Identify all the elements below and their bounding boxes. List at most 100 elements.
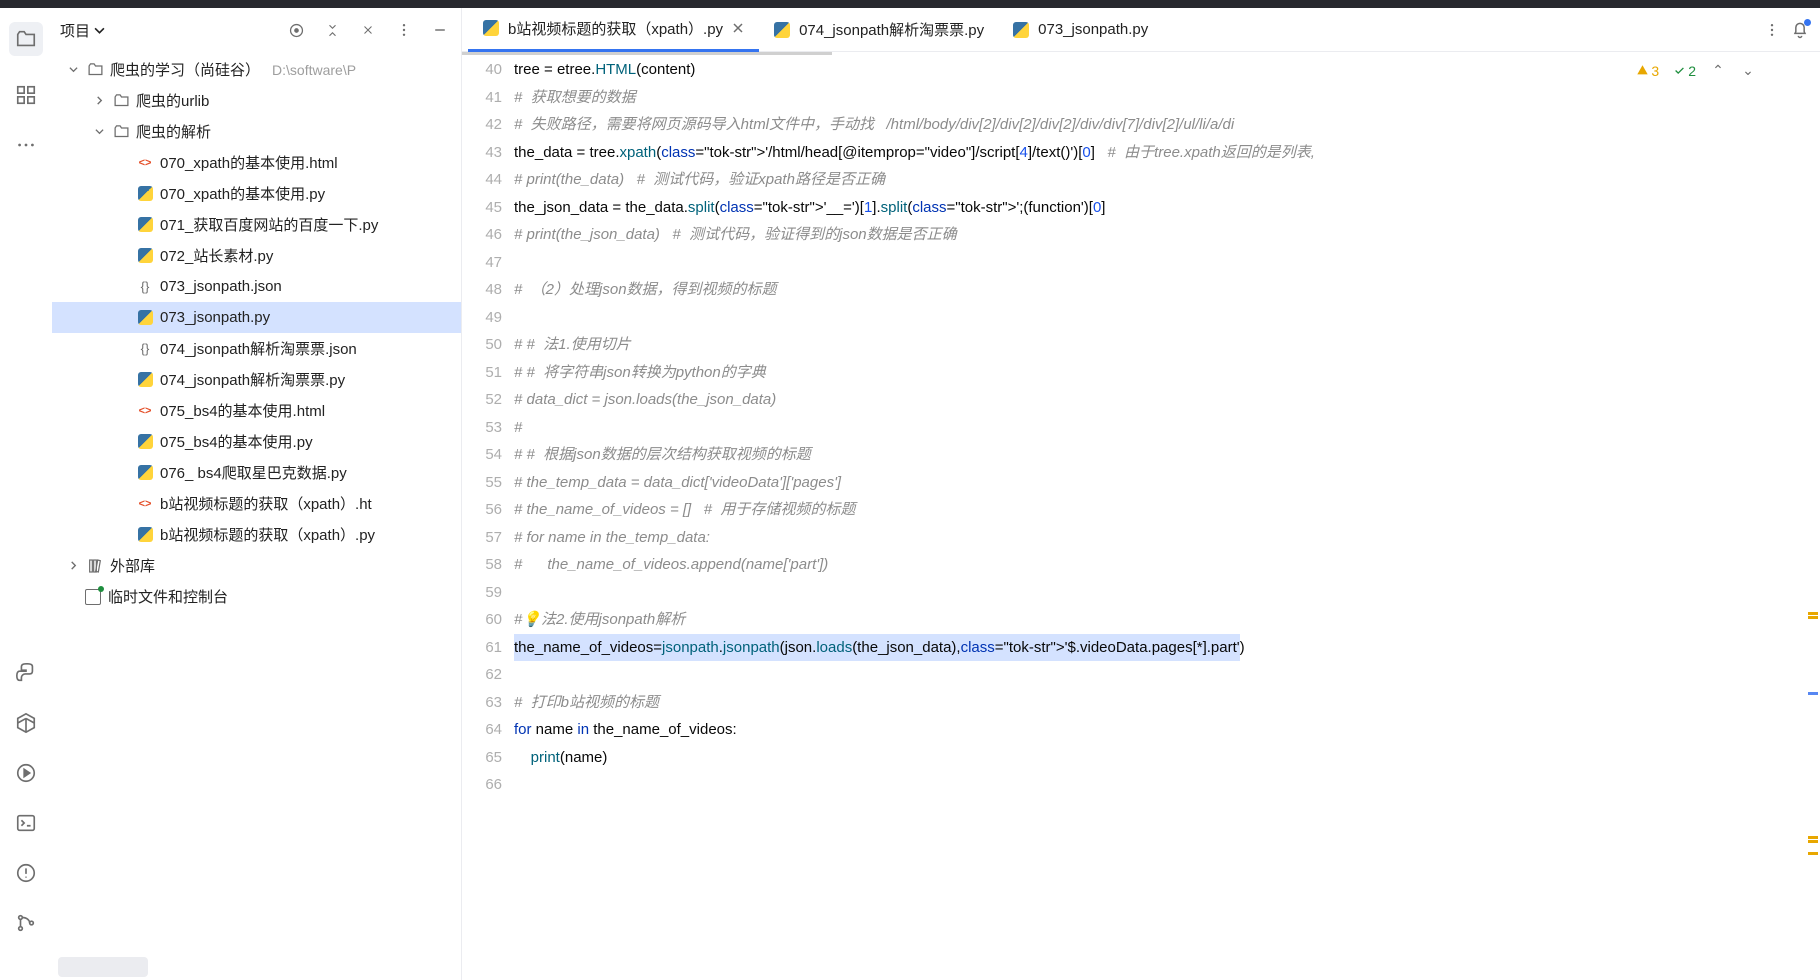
left-tool-rail bbox=[0, 8, 52, 980]
tree-file[interactable]: {} 074_jsonpath解析淘票票.json bbox=[52, 333, 461, 364]
services-icon[interactable] bbox=[15, 712, 37, 734]
tree-file[interactable]: <> b站视频标题的获取（xpath）.ht bbox=[52, 488, 461, 519]
tab-label: 073_jsonpath.py bbox=[1038, 21, 1148, 38]
structure-tool-icon[interactable] bbox=[15, 84, 37, 106]
python-file-icon bbox=[136, 526, 154, 544]
python-file-icon bbox=[136, 371, 154, 389]
tree-file[interactable]: <> 070_xpath的基本使用.html bbox=[52, 147, 461, 178]
inspection-widget[interactable]: 3 2 ⌃ ⌄ bbox=[1636, 62, 1756, 79]
project-sidebar: 项目 爬虫的学习（尚硅谷） D:\software\P 爬虫的urlib 爬虫的… bbox=[52, 8, 462, 980]
expand-all-icon[interactable] bbox=[319, 17, 345, 43]
tree-file[interactable]: 074_jsonpath解析淘票票.py bbox=[52, 364, 461, 395]
html-file-icon: <> bbox=[136, 154, 154, 172]
status-chip[interactable] bbox=[58, 957, 148, 977]
folder-icon bbox=[86, 61, 104, 79]
editor-tab[interactable]: 074_jsonpath解析淘票票.py bbox=[759, 8, 998, 52]
file-label: 070_xpath的基本使用.html bbox=[160, 152, 338, 173]
file-label: 070_xpath的基本使用.py bbox=[160, 183, 325, 204]
weak-warnings-indicator[interactable]: 2 bbox=[1673, 63, 1696, 79]
next-highlight-icon[interactable]: ⌄ bbox=[1740, 62, 1756, 79]
editor-area: b站视频标题的获取（xpath）.py 074_jsonpath解析淘票票.py… bbox=[462, 8, 1820, 980]
tree-file[interactable]: 075_bs4的基本使用.py bbox=[52, 426, 461, 457]
chevron-right-icon[interactable] bbox=[66, 559, 80, 573]
warnings-indicator[interactable]: 3 bbox=[1636, 63, 1659, 79]
file-label: b站视频标题的获取（xpath）.py bbox=[160, 524, 375, 545]
sidebar-title: 项目 bbox=[60, 20, 90, 41]
chevron-icon[interactable] bbox=[92, 94, 106, 108]
tree-root-path: D:\software\P bbox=[272, 62, 356, 78]
tree-file[interactable]: 072_站长素材.py bbox=[52, 240, 461, 271]
tab-options-icon[interactable] bbox=[1758, 16, 1786, 44]
library-icon bbox=[86, 557, 104, 575]
tree-folder[interactable]: 爬虫的解析 bbox=[52, 116, 461, 147]
terminal-icon[interactable] bbox=[15, 812, 37, 834]
python-file-icon bbox=[482, 19, 500, 37]
status-bar bbox=[52, 954, 148, 980]
file-label: 073_jsonpath.json bbox=[160, 278, 282, 295]
folder-label: 爬虫的解析 bbox=[136, 121, 211, 142]
notifications-icon[interactable] bbox=[1786, 16, 1814, 44]
code-content[interactable]: tree = etree.HTML(content) # 获取想要的数据 # 失… bbox=[514, 52, 1820, 980]
folder-icon bbox=[112, 92, 130, 110]
python-file-icon bbox=[136, 247, 154, 265]
file-label: 071_获取百度网站的百度一下.py bbox=[160, 214, 378, 235]
scratches-label: 临时文件和控制台 bbox=[108, 586, 228, 607]
tree-file[interactable]: b站视频标题的获取（xpath）.py bbox=[52, 519, 461, 550]
file-label: 074_jsonpath解析淘票票.json bbox=[160, 338, 357, 359]
chevron-icon[interactable] bbox=[92, 125, 106, 139]
file-label: b站视频标题的获取（xpath）.ht bbox=[160, 493, 372, 514]
editor-tab[interactable]: 073_jsonpath.py bbox=[998, 8, 1162, 52]
html-file-icon: <> bbox=[136, 402, 154, 420]
prev-highlight-icon[interactable]: ⌃ bbox=[1710, 62, 1726, 79]
python-file-icon bbox=[136, 216, 154, 234]
tree-external-libs[interactable]: 外部库 bbox=[52, 550, 461, 581]
file-label: 074_jsonpath解析淘票票.py bbox=[160, 369, 345, 390]
tree-root-label: 爬虫的学习（尚硅谷） bbox=[110, 59, 260, 80]
tree-file[interactable]: 071_获取百度网站的百度一下.py bbox=[52, 209, 461, 240]
python-file-icon bbox=[136, 433, 154, 451]
python-console-icon[interactable] bbox=[15, 662, 37, 684]
file-label: 073_jsonpath.py bbox=[160, 309, 270, 326]
chevron-down-icon[interactable] bbox=[66, 63, 80, 77]
json-file-icon: {} bbox=[136, 278, 154, 296]
run-icon[interactable] bbox=[15, 762, 37, 784]
project-tree[interactable]: 爬虫的学习（尚硅谷） D:\software\P 爬虫的urlib 爬虫的解析 … bbox=[52, 52, 461, 980]
file-label: 075_bs4的基本使用.py bbox=[160, 431, 313, 452]
folder-icon bbox=[112, 123, 130, 141]
file-label: 076_ bs4爬取星巴克数据.py bbox=[160, 462, 347, 483]
error-stripe[interactable] bbox=[1804, 112, 1818, 980]
tab-scroll-indicator bbox=[462, 52, 832, 55]
editor-tab[interactable]: b站视频标题的获取（xpath）.py bbox=[468, 8, 759, 52]
tree-file[interactable]: <> 075_bs4的基本使用.html bbox=[52, 395, 461, 426]
tree-file[interactable]: 073_jsonpath.py bbox=[52, 302, 461, 333]
json-file-icon: {} bbox=[136, 340, 154, 358]
tree-file[interactable]: 070_xpath的基本使用.py bbox=[52, 178, 461, 209]
vcs-icon[interactable] bbox=[15, 912, 37, 934]
problems-icon[interactable] bbox=[15, 862, 37, 884]
file-label: 075_bs4的基本使用.html bbox=[160, 400, 325, 421]
python-file-icon bbox=[136, 464, 154, 482]
minimize-panel-icon[interactable] bbox=[427, 17, 453, 43]
project-tool-icon[interactable] bbox=[9, 22, 43, 56]
chevron-down-icon[interactable] bbox=[94, 25, 105, 36]
tree-scratches[interactable]: 临时文件和控制台 bbox=[52, 581, 461, 612]
select-opened-file-icon[interactable] bbox=[283, 17, 309, 43]
close-panel-icon[interactable] bbox=[355, 17, 381, 43]
tree-root[interactable]: 爬虫的学习（尚硅谷） D:\software\P bbox=[52, 54, 461, 85]
tab-label: b站视频标题的获取（xpath）.py bbox=[508, 18, 723, 39]
python-file-icon bbox=[136, 309, 154, 327]
tab-label: 074_jsonpath解析淘票票.py bbox=[799, 19, 984, 40]
editor-tabs: b站视频标题的获取（xpath）.py 074_jsonpath解析淘票票.py… bbox=[462, 8, 1820, 52]
folder-label: 爬虫的urlib bbox=[136, 90, 209, 111]
tree-folder[interactable]: 爬虫的urlib bbox=[52, 85, 461, 116]
close-icon[interactable] bbox=[731, 21, 745, 35]
tree-file[interactable]: {} 073_jsonpath.json bbox=[52, 271, 461, 302]
python-file-icon bbox=[773, 21, 791, 39]
tree-file[interactable]: 076_ bs4爬取星巴克数据.py bbox=[52, 457, 461, 488]
code-editor[interactable]: 4041424344454647484950515253545556575859… bbox=[462, 52, 1820, 980]
notification-dot bbox=[1804, 19, 1811, 26]
panel-options-icon[interactable] bbox=[391, 17, 417, 43]
more-tool-icon[interactable] bbox=[15, 134, 37, 156]
python-file-icon bbox=[1012, 21, 1030, 39]
python-file-icon bbox=[136, 185, 154, 203]
